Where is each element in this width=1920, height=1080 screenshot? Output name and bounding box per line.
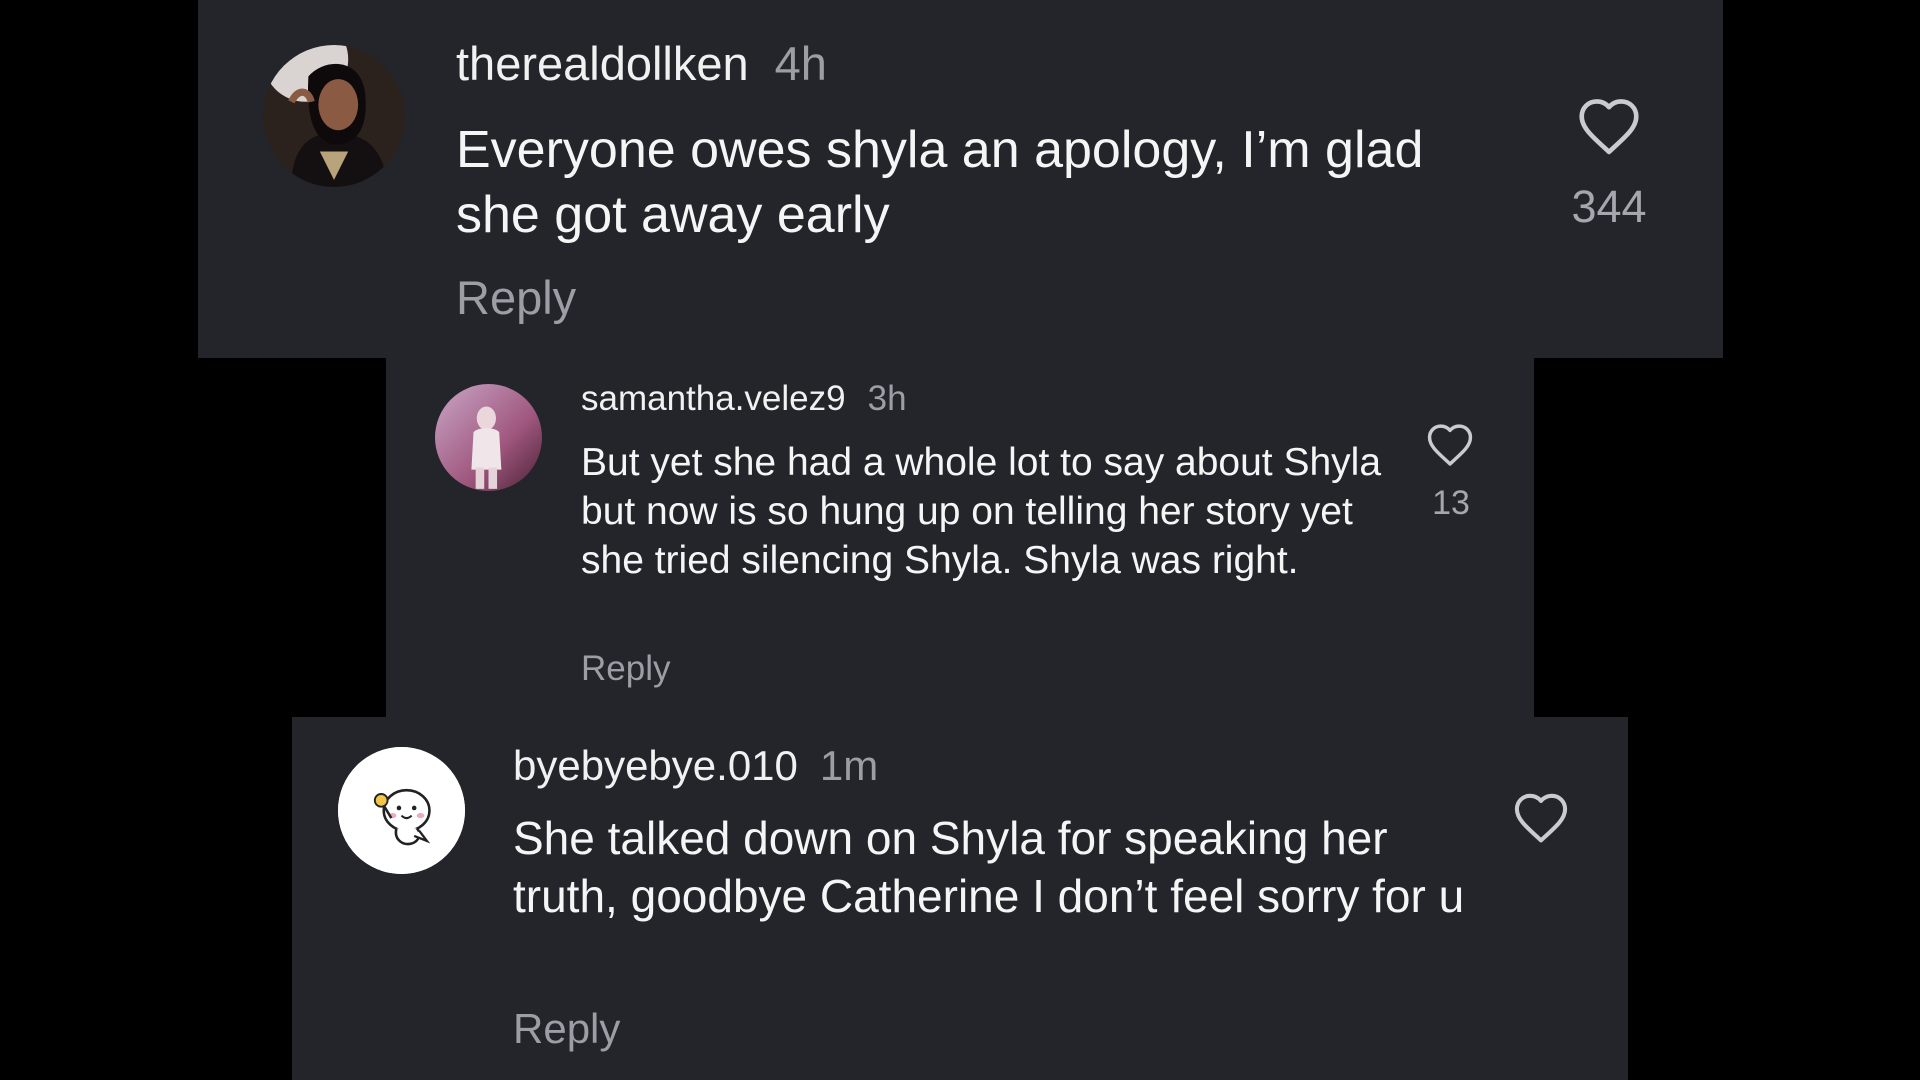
like-count: 13 [1432,484,1470,522]
comment-meta: samantha.velez9 3h [581,378,907,420]
user-avatar-photo-icon [435,384,542,491]
comment-text: She talked down on Shyla for speaking he… [513,812,1465,922]
username[interactable]: byebyebye.010 [513,742,798,789]
timestamp: 3h [867,379,907,418]
reply-button[interactable]: Reply [581,648,670,690]
username[interactable]: samantha.velez9 [581,379,846,418]
timestamp: 1m [819,742,879,789]
comment-card-therealdollken: therealdollken 4h Everyone owes shyla an … [198,0,1723,358]
comment-meta: therealdollken 4h [456,36,827,92]
avatar[interactable] [435,384,542,491]
comment-text: But yet she had a whole lot to say about… [581,441,1382,582]
comment-meta: byebyebye.010 1m [513,741,878,791]
timestamp: 4h [774,37,827,90]
comment-card-samantha-velez9: samantha.velez9 3h But yet she had a whol… [386,358,1534,717]
avatar[interactable] [263,45,405,187]
cartoon-avatar-icon [338,747,465,874]
avatar[interactable] [338,747,465,874]
comment-text: Everyone owes shyla an apology, I’m glad… [456,121,1424,244]
like-count: 344 [1571,181,1647,232]
user-avatar-photo-icon [263,45,405,187]
heart-icon[interactable] [1576,96,1642,156]
reply-button[interactable]: Reply [456,270,576,326]
username[interactable]: therealdollken [456,37,749,90]
heart-icon[interactable] [1512,791,1570,844]
heart-icon[interactable] [1425,422,1475,467]
comment-card-byebyebye-010: byebyebye.010 1m She talked down on Shyla… [292,717,1628,1080]
reply-button[interactable]: Reply [513,1004,620,1054]
